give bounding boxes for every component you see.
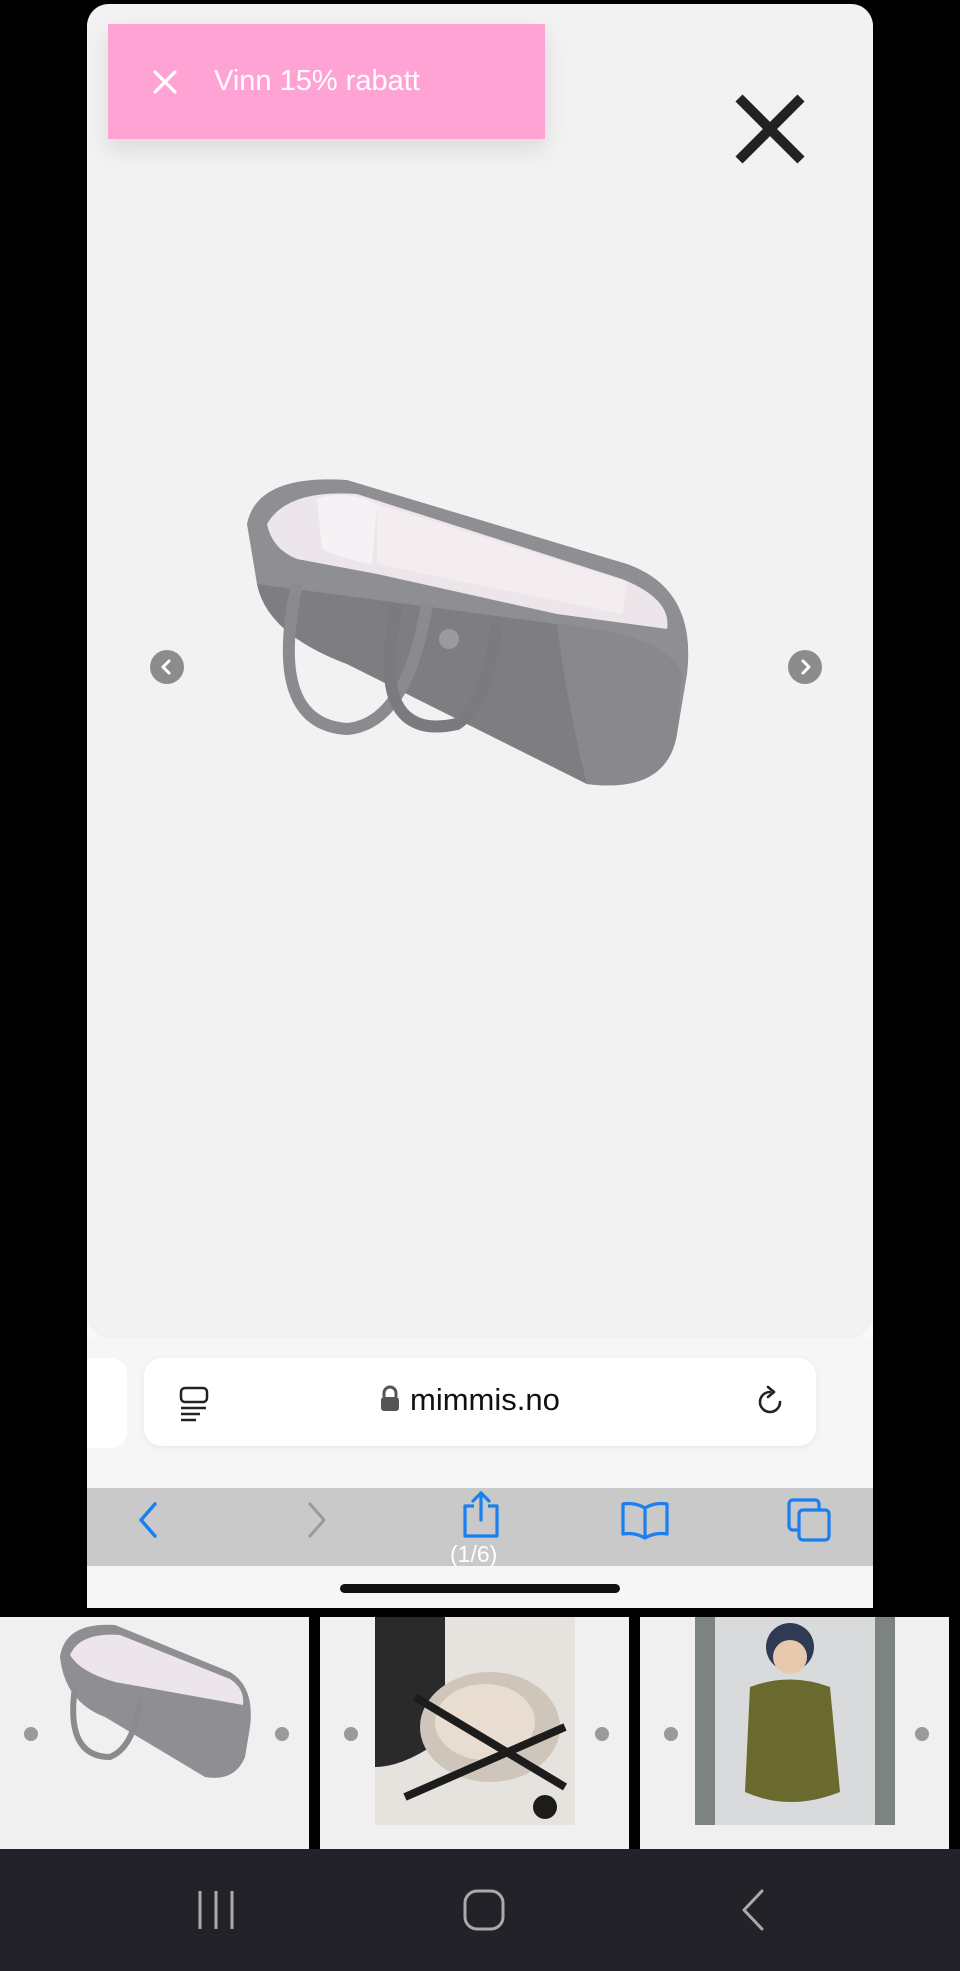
browser-window: Vinn 15% rabatt mimmis.no (1/6) — [87, 4, 873, 1608]
reload-icon[interactable] — [752, 1384, 788, 1420]
carrycot-photo — [60, 1624, 251, 1778]
chevron-right-icon — [595, 1727, 609, 1741]
thumbnail-2[interactable] — [320, 1617, 629, 1849]
chevron-left-icon — [24, 1727, 38, 1741]
thumbnail-3[interactable] — [640, 1617, 949, 1849]
bookmarks-icon[interactable] — [619, 1496, 671, 1544]
back-nav-icon[interactable] — [738, 1885, 768, 1935]
chevron-right-icon — [915, 1727, 929, 1741]
tabs-icon[interactable] — [785, 1496, 835, 1546]
chevron-left-icon — [664, 1727, 678, 1741]
reader-mode-icon[interactable] — [178, 1386, 210, 1422]
promo-banner[interactable]: Vinn 15% rabatt — [108, 24, 545, 139]
system-navigation-bar — [0, 1849, 960, 1971]
chevron-right-icon — [275, 1727, 289, 1741]
back-icon[interactable] — [131, 1496, 165, 1544]
next-image-button[interactable] — [788, 650, 822, 684]
home-indicator — [340, 1584, 620, 1593]
url-domain: mimmis.no — [410, 1382, 560, 1417]
address-bar[interactable]: mimmis.no — [144, 1358, 816, 1446]
thumbnail-1[interactable] — [0, 1617, 309, 1849]
recent-apps-icon[interactable] — [196, 1885, 236, 1935]
image-lightbox: Vinn 15% rabatt — [87, 4, 873, 1338]
chevron-left-icon — [344, 1727, 358, 1741]
close-icon[interactable] — [729, 88, 811, 170]
close-icon[interactable] — [150, 67, 180, 97]
lock-icon — [381, 1385, 399, 1411]
browser-bottom-bar: mimmis.no (1/6) — [87, 1338, 873, 1608]
chevron-left-icon — [161, 659, 171, 675]
home-icon[interactable] — [462, 1885, 506, 1935]
browser-toolbar: (1/6) — [87, 1488, 873, 1567]
promo-label: Vinn 15% rabatt — [214, 65, 420, 97]
forward-icon[interactable] — [300, 1496, 334, 1544]
previous-tab-preview[interactable] — [87, 1358, 127, 1448]
product-image — [247, 479, 689, 786]
image-counter: (1/6) — [450, 1541, 498, 1567]
baby-photo — [695, 1617, 895, 1825]
stroller-photo — [375, 1617, 575, 1825]
thumbnail-strip — [0, 1617, 960, 1849]
chevron-right-icon — [801, 659, 811, 675]
share-icon[interactable] — [459, 1490, 503, 1538]
prev-image-button[interactable] — [150, 650, 184, 684]
